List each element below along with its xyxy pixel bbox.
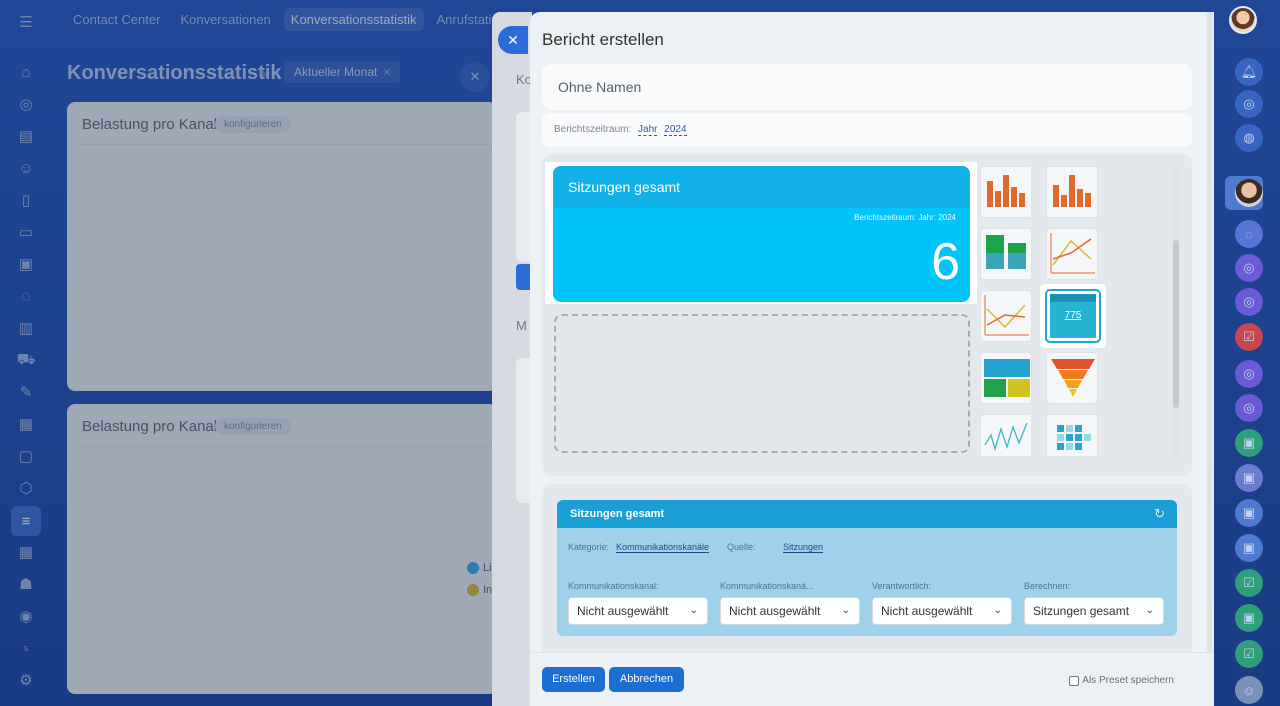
field-label: Verantwortlich: — [872, 581, 932, 591]
kpi-widget-preview[interactable]: Sitzungen gesamt Berichtszeitraum: Jahr:… — [553, 166, 970, 302]
stacked-chart-thumbnail[interactable] — [980, 228, 1032, 280]
heatmap-icon — [1057, 425, 1091, 450]
period-year-link[interactable]: 2024 — [664, 124, 687, 136]
number-widget-sample: 775 — [1064, 310, 1082, 321]
reset-icon[interactable]: ↻ — [1154, 506, 1165, 522]
stacked-chart-icon — [986, 235, 1026, 269]
number-widget-thumbnail-selected[interactable]: 775 — [1040, 284, 1106, 348]
avatar[interactable] — [1229, 6, 1257, 34]
channel-icon[interactable]: ◎ — [1235, 360, 1263, 388]
checklist-icon[interactable]: ☑ — [1235, 640, 1263, 668]
channel-icon[interactable]: ◎ — [1235, 254, 1263, 282]
widget-type-gallery: 775 — [978, 164, 1174, 456]
field-label: Berechnen: — [1024, 581, 1071, 591]
right-sidebar: 🔔︎ ◎ ◍ ◌ ◎ ◎ ☑ ◎ ◎ ▣ ▣ ▣ ▣ ☑ ▣ ☑ ☺ — [1214, 0, 1280, 706]
preset-label: Als Preset speichern — [1082, 675, 1174, 686]
bar-chart-icon — [1053, 175, 1091, 207]
search-chat-icon[interactable]: ◍ — [1235, 124, 1263, 152]
channel-icon[interactable]: ◎ — [1235, 288, 1263, 316]
lock-icon[interactable]: ▣ — [1235, 534, 1263, 562]
bar-chart-thumbnail[interactable] — [1046, 166, 1098, 218]
channel-select[interactable]: Nicht ausgewählt ⌄ — [568, 597, 708, 625]
number-widget-icon: 775 — [1050, 294, 1096, 338]
multi-number-icon — [984, 359, 1030, 397]
line-chart-thumbnail[interactable] — [980, 290, 1032, 342]
period-unit-link[interactable]: Jahr — [638, 124, 658, 136]
bell-icon[interactable]: 🔔︎ — [1235, 58, 1263, 86]
chevron-down-icon: ⌄ — [993, 605, 1002, 616]
kpi-widget-title: Sitzungen gesamt — [568, 179, 681, 195]
line-chart-icon — [1050, 233, 1095, 274]
avatar[interactable]: ☺ — [1235, 676, 1263, 704]
preset-checkbox[interactable] — [1069, 675, 1080, 686]
channel-type-select[interactable]: Nicht ausgewählt ⌄ — [720, 597, 860, 625]
kpi-widget-value: 6 — [931, 233, 960, 291]
line-chart-thumbnail[interactable] — [1046, 228, 1098, 280]
source-label: Quelle: — [727, 542, 756, 552]
preset-checkbox-row[interactable]: Als Preset speichern — [1069, 675, 1174, 686]
background-slider: Ko M — [492, 12, 532, 706]
bar-chart-thumbnail[interactable] — [980, 166, 1032, 218]
multi-number-thumbnail[interactable] — [980, 352, 1032, 404]
select-value: Nicht ausgewählt — [577, 604, 669, 618]
cancel-button[interactable]: Abbrechen — [609, 667, 684, 692]
bar-chart-icon — [987, 175, 1025, 207]
create-button[interactable]: Erstellen — [542, 667, 605, 692]
report-name-input[interactable]: Ohne Namen — [542, 64, 1192, 110]
calculate-select[interactable]: Sitzungen gesamt ⌄ — [1024, 597, 1164, 625]
lock-icon[interactable]: ▣ — [1235, 499, 1263, 527]
trend-thumbnail[interactable] — [980, 414, 1032, 456]
checklist-icon[interactable]: ☑ — [1235, 323, 1263, 351]
category-link[interactable]: Kommunikationskanäle — [616, 542, 710, 553]
widget-settings-card: Sitzungen gesamt ↻ Kategorie: Kommunikat… — [557, 500, 1177, 636]
checklist-icon[interactable]: ☑ — [1235, 569, 1263, 597]
select-value: Nicht ausgewählt — [729, 604, 821, 618]
select-value: Nicht ausgewählt — [881, 604, 973, 618]
gallery-scrollbar-thumb[interactable] — [1173, 240, 1179, 408]
select-value: Sitzungen gesamt — [1033, 604, 1130, 618]
slider-text: M — [516, 318, 527, 333]
scrollbar[interactable] — [1207, 12, 1212, 706]
number-widget-header — [1050, 294, 1096, 302]
field-label: Kommunikationskanä... — [720, 581, 814, 591]
widget-drop-zone[interactable] — [554, 314, 970, 453]
field-label: Kommunikationskanal: — [568, 581, 659, 591]
create-report-panel: Bericht erstellen Ohne Namen Berichtszei… — [530, 12, 1214, 706]
responsible-select[interactable]: Nicht ausgewählt ⌄ — [872, 597, 1012, 625]
trend-icon — [984, 422, 1028, 452]
panel-title: Bericht erstellen — [542, 30, 664, 49]
chevron-down-icon: ⌄ — [1145, 605, 1154, 616]
lock-icon[interactable]: ▣ — [1235, 464, 1263, 492]
lock-icon[interactable]: ▣ — [1235, 429, 1263, 457]
close-icon[interactable]: ✕ — [498, 26, 528, 54]
line-chart-icon — [984, 295, 1029, 336]
channel-icon[interactable]: ◎ — [1235, 394, 1263, 422]
settings-title: Sitzungen gesamt — [570, 508, 665, 520]
funnel-thumbnail[interactable] — [1046, 352, 1098, 404]
funnel-icon — [1051, 359, 1095, 397]
category-label: Kategorie: — [568, 542, 610, 552]
source-link[interactable]: Sitzungen — [783, 542, 824, 553]
chevron-down-icon: ⌄ — [689, 605, 698, 616]
kpi-widget-period: Berichtszeitraum: Jahr: 2024 — [854, 213, 956, 222]
user-circle-icon[interactable]: ◌ — [1235, 220, 1263, 248]
period-row: Berichtszeitraum: Jahr 2024 — [542, 113, 1192, 147]
target-icon[interactable]: ◎ — [1235, 90, 1263, 118]
lock-icon[interactable]: ▣ — [1235, 604, 1263, 632]
period-label: Berichtszeitraum: — [554, 124, 632, 135]
avatar[interactable] — [1235, 179, 1263, 207]
heatmap-thumbnail[interactable] — [1046, 414, 1098, 456]
chevron-down-icon: ⌄ — [841, 605, 850, 616]
